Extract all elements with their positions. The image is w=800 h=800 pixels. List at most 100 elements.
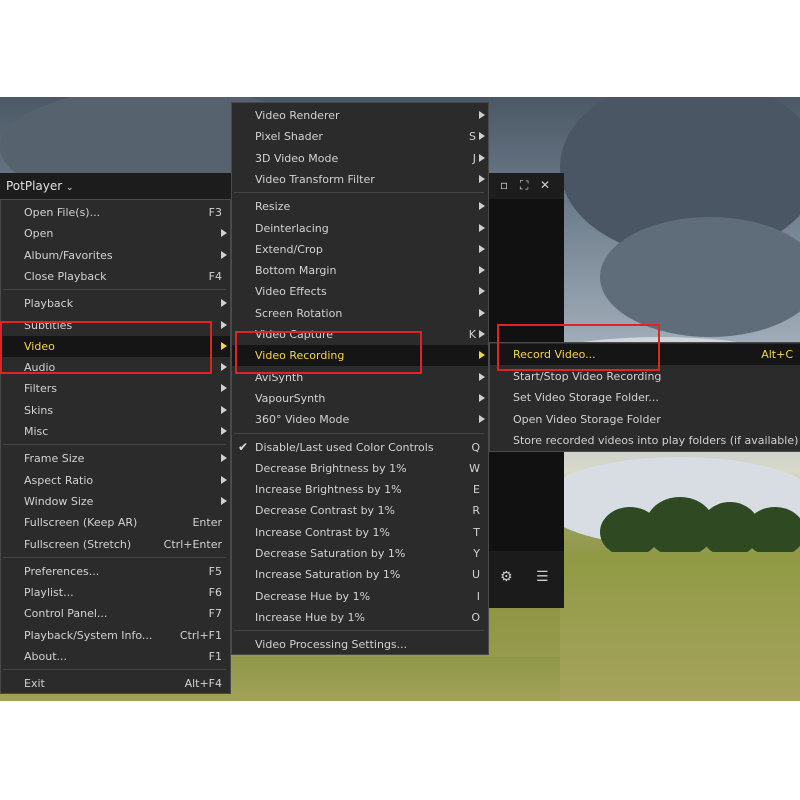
menu-item-shortcut: Ctrl+Enter — [163, 537, 222, 551]
menu-item-label: Album/Favorites — [24, 248, 113, 262]
menu-item-window-size[interactable]: Window Size — [1, 491, 230, 512]
menu-item-label: Playlist... — [24, 586, 74, 600]
menu-separator — [3, 289, 226, 291]
menu-item-label: Window Size — [24, 494, 94, 508]
menu-item-video-renderer[interactable]: Video Renderer — [232, 105, 488, 126]
menu-item-label: Control Panel... — [24, 607, 108, 621]
video-submenu: Video Renderer Pixel Shader S 3D Video Mode… — [231, 102, 489, 655]
menu-item-open-video-storage-folder[interactable]: Open Video Storage Folder — [490, 409, 800, 430]
menu-item-shortcut: T — [473, 525, 480, 539]
menu-item-exit[interactable]: Exit Alt+F4 — [1, 673, 230, 694]
main-context-menu: Open File(s)... F3 Open Album/Favorites Clos… — [0, 199, 231, 694]
menu-item-increase-saturation-by-1[interactable]: Increase Saturation by 1% U — [232, 564, 488, 585]
close-icon[interactable]: ✕ — [540, 178, 550, 192]
menu-item-shortcut: Ctrl+F1 — [179, 628, 222, 642]
menu-item-misc[interactable]: Misc — [1, 421, 230, 442]
menu-item-vapoursynth[interactable]: VapourSynth — [232, 388, 488, 409]
menu-item-decrease-brightness-by-1[interactable]: Decrease Brightness by 1% W — [232, 458, 488, 479]
menu-item-label: Decrease Contrast by 1% — [255, 504, 396, 518]
menu-item-frame-size[interactable]: Frame Size — [1, 448, 230, 469]
menu-item-screen-rotation[interactable]: Screen Rotation — [232, 303, 488, 324]
menu-item-decrease-saturation-by-1[interactable]: Decrease Saturation by 1% Y — [232, 543, 488, 564]
menu-item-label: Set Video Storage Folder... — [513, 391, 659, 404]
menu-item-open[interactable]: Open — [1, 223, 230, 244]
restore-icon[interactable]: ▫ — [500, 178, 508, 192]
menu-item-resize[interactable]: Resize — [232, 196, 488, 217]
menu-separator — [3, 556, 226, 558]
menu-item-increase-brightness-by-1[interactable]: Increase Brightness by 1% E — [232, 479, 488, 500]
menu-separator — [3, 669, 226, 671]
menu-item-increase-contrast-by-1[interactable]: Increase Contrast by 1% T — [232, 522, 488, 543]
app-title[interactable]: PotPlayer ⌄ — [6, 179, 74, 193]
menu-item-pixel-shader[interactable]: Pixel Shader S — [232, 126, 488, 147]
menu-item-label: Video Transform Filter — [255, 172, 375, 186]
submenu-arrow-icon — [221, 475, 227, 484]
submenu-arrow-icon — [479, 202, 485, 211]
menu-item-shortcut: S — [469, 130, 476, 144]
submenu-arrow-icon — [479, 393, 485, 402]
menu-item-video-effects[interactable]: Video Effects — [232, 281, 488, 302]
menu-item-control-panel[interactable]: Control Panel... F7 — [1, 603, 230, 624]
menu-item-decrease-contrast-by-1[interactable]: Decrease Contrast by 1% R — [232, 500, 488, 521]
menu-item-store-recorded-videos-into-play-folders-if-available[interactable]: Store recorded videos into play folders … — [490, 430, 800, 451]
menu-item-disable-last-used-color-controls[interactable]: ✔ Disable/Last used Color Controls Q — [232, 437, 488, 458]
submenu-arrow-icon — [479, 153, 485, 162]
annotation-box-video — [0, 321, 212, 374]
menu-item-shortcut: K — [468, 328, 476, 341]
menu-item-skins[interactable]: Skins — [1, 400, 230, 421]
menu-item-about[interactable]: About... F1 — [1, 646, 230, 667]
menu-item-video-processing-settings[interactable]: Video Processing Settings... — [232, 634, 488, 655]
menu-item-label: Open — [24, 227, 54, 241]
menu-item-shortcut: R — [472, 504, 480, 518]
submenu-arrow-icon — [221, 363, 227, 372]
hamburger-menu-icon[interactable]: ☰ — [536, 569, 549, 585]
menu-separator — [234, 630, 484, 632]
menu-item-label: Decrease Hue by 1% — [255, 589, 371, 603]
fullscreen-icon[interactable]: ⛶ — [520, 178, 528, 193]
menu-item-close-playback[interactable]: Close Playback F4 — [1, 266, 230, 287]
menu-item-playlist[interactable]: Playlist... F6 — [1, 582, 230, 603]
submenu-arrow-icon — [479, 266, 485, 275]
menu-item-shortcut: F5 — [208, 564, 222, 578]
menu-item-fullscreen-stretch[interactable]: Fullscreen (Stretch) Ctrl+Enter — [1, 534, 230, 555]
menu-item-playback-system-info[interactable]: Playback/System Info... Ctrl+F1 — [1, 625, 230, 646]
menu-item-label: Open Video Storage Folder — [513, 412, 661, 426]
menu-item-shortcut: Enter — [192, 516, 222, 530]
submenu-arrow-icon — [479, 174, 485, 183]
menu-item-decrease-hue-by-1[interactable]: Decrease Hue by 1% I — [232, 586, 488, 607]
menu-item-shortcut: O — [471, 610, 480, 624]
menu-item-360-video-mode[interactable]: 360° Video Mode — [232, 409, 488, 430]
menu-item-label: Increase Saturation by 1% — [255, 568, 401, 582]
menu-item-open-file-s[interactable]: Open File(s)... F3 — [1, 202, 230, 223]
menu-item-aspect-ratio[interactable]: Aspect Ratio — [1, 470, 230, 491]
menu-item-video-transform-filter[interactable]: Video Transform Filter — [232, 169, 488, 190]
menu-item-label: Misc — [24, 425, 49, 438]
submenu-arrow-icon — [479, 415, 485, 424]
gear-icon[interactable]: ⚙ — [500, 569, 513, 585]
menu-item-label: Exit — [24, 677, 45, 691]
menu-item-3d-video-mode[interactable]: 3D Video Mode J — [232, 148, 488, 169]
menu-item-label: Deinterlacing — [255, 221, 329, 235]
menu-item-filters[interactable]: Filters — [1, 378, 230, 399]
menu-item-label: Increase Contrast by 1% — [255, 525, 390, 539]
menu-item-label: Filters — [24, 382, 57, 396]
menu-item-deinterlacing[interactable]: Deinterlacing — [232, 218, 488, 239]
menu-item-set-video-storage-folder[interactable]: Set Video Storage Folder... — [490, 387, 800, 408]
submenu-arrow-icon — [221, 405, 227, 414]
menu-item-shortcut: F4 — [208, 269, 222, 283]
menu-item-label: Pixel Shader — [255, 130, 323, 144]
menu-separator — [3, 444, 226, 446]
menu-item-album-favorites[interactable]: Album/Favorites — [1, 245, 230, 266]
menu-item-shortcut: Q — [471, 440, 480, 454]
menu-item-extend-crop[interactable]: Extend/Crop — [232, 239, 488, 260]
menu-item-preferences[interactable]: Preferences... F5 — [1, 561, 230, 582]
menu-item-shortcut: E — [473, 483, 480, 497]
menu-item-label: Fullscreen (Stretch) — [24, 537, 132, 551]
menu-item-playback[interactable]: Playback — [1, 293, 230, 314]
app-header[interactable]: PotPlayer ⌄ — [0, 173, 232, 200]
submenu-arrow-icon — [221, 427, 227, 435]
menu-item-increase-hue-by-1[interactable]: Increase Hue by 1% O — [232, 607, 488, 628]
menu-item-fullscreen-keep-ar[interactable]: Fullscreen (Keep AR) Enter — [1, 512, 230, 533]
app-title-text: PotPlayer — [6, 179, 63, 193]
menu-item-bottom-margin[interactable]: Bottom Margin — [232, 260, 488, 281]
